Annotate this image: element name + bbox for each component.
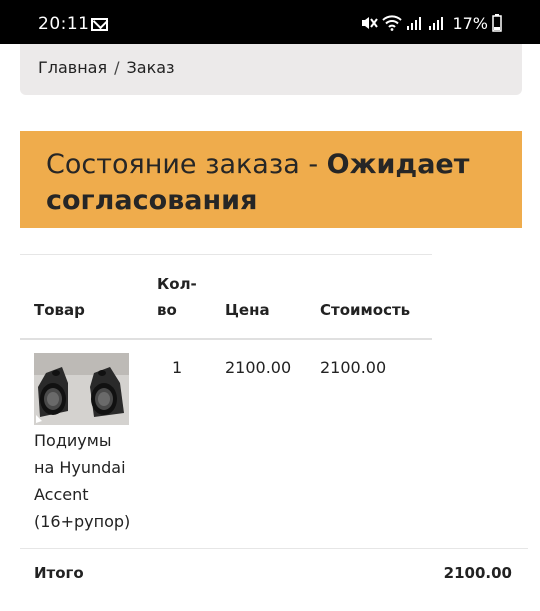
column-header-qty-line1: Кол- <box>157 275 197 293</box>
signal-icon-sim1 <box>407 17 422 30</box>
product-cost: 2100.00 <box>320 358 387 377</box>
table-top-divider <box>20 254 432 255</box>
product-name-line: Accent <box>34 485 89 504</box>
order-status-label: Состояние заказа - <box>46 149 327 180</box>
breadcrumb: Главная / Заказ <box>20 44 522 95</box>
product-photo-podiums <box>34 353 129 425</box>
wifi-icon <box>382 15 403 31</box>
status-time: 20:11 <box>38 14 90 34</box>
total-value: 2100.00 <box>443 564 512 582</box>
breadcrumb-separator: / <box>114 58 120 77</box>
column-header-qty: Кол- во <box>157 271 197 323</box>
status-bar: 20:11 17% <box>0 0 540 44</box>
product-name-line: на Hyundai <box>34 458 126 477</box>
column-header-qty-line2: во <box>157 301 177 319</box>
header-divider <box>20 338 432 340</box>
total-label: Итого <box>34 564 84 582</box>
mail-notification-icon <box>91 18 108 31</box>
product-name-line: (16+рупор) <box>34 512 131 531</box>
battery-icon <box>492 14 502 32</box>
column-header-product: Товар <box>34 301 85 319</box>
signal-icon-sim2 <box>429 17 444 30</box>
order-status-value-line1: Ожидает <box>326 149 470 180</box>
mute-icon <box>362 17 379 29</box>
column-header-price: Цена <box>225 301 270 319</box>
product-qty: 1 <box>172 358 183 377</box>
total-divider <box>20 548 528 549</box>
column-header-cost: Стоимость <box>320 301 411 319</box>
order-status-banner: Состояние заказа - Ожидает согласования <box>20 131 522 228</box>
product-name[interactable]: Подиумы на Hyundai Accent (16+рупор) <box>34 427 130 535</box>
product-name-line: Подиумы <box>34 431 112 450</box>
status-icons: 17% <box>360 12 502 34</box>
product-price: 2100.00 <box>225 358 292 377</box>
battery-percent: 17% <box>452 13 488 33</box>
breadcrumb-home-link[interactable]: Главная <box>38 58 107 77</box>
order-status-value-line2: согласования <box>46 185 258 216</box>
breadcrumb-current: Заказ <box>126 58 175 77</box>
product-thumbnail[interactable] <box>34 353 129 425</box>
